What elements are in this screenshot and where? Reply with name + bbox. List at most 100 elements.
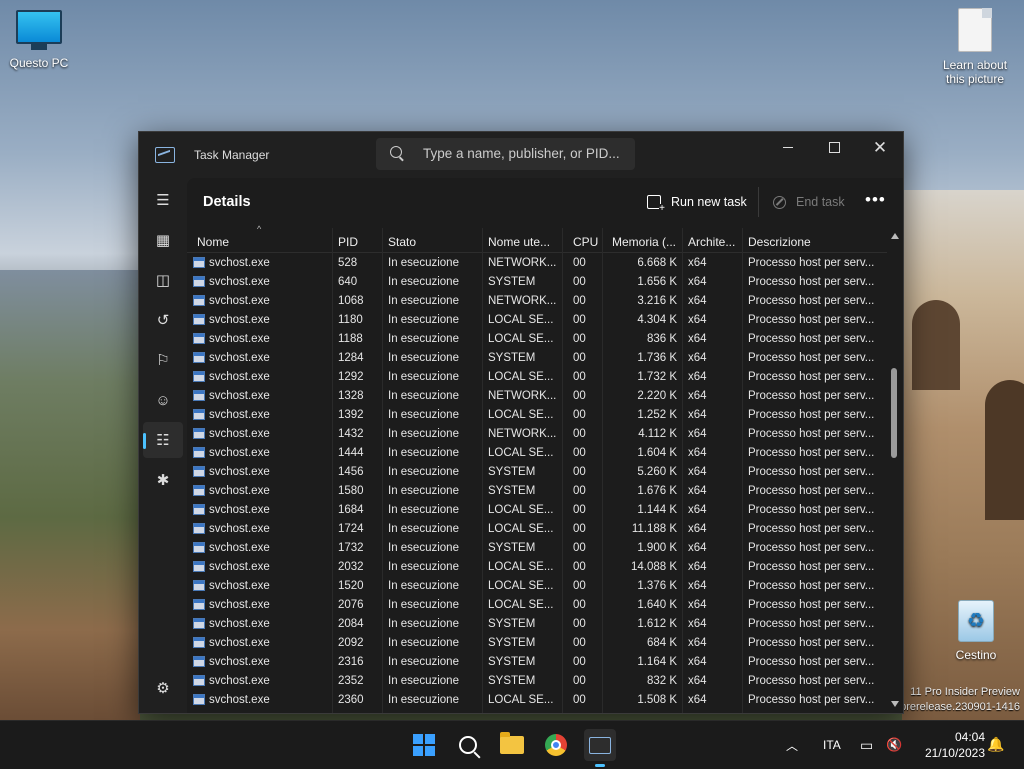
column-header-username[interactable]: Nome ute... [488, 235, 550, 249]
system-clock[interactable]: 04:04 21/10/2023 [915, 729, 985, 761]
cell-pid: 640 [338, 276, 358, 288]
table-row[interactable]: svchost.exe 1732 In esecuzione SYSTEM 00 1.90… [187, 539, 887, 558]
nav-users[interactable]: ☺ [143, 382, 183, 418]
minimize-button[interactable] [765, 132, 811, 162]
hamburger-menu-button[interactable]: ☰ [143, 182, 183, 218]
cell-memory: 1.376 K [637, 580, 677, 592]
table-row[interactable]: svchost.exe 1284 In esecuzione SYSTEM 00 1.73… [187, 349, 887, 368]
folder-icon [500, 732, 524, 754]
cell-username: LOCAL SE... [488, 599, 554, 611]
table-row[interactable]: svchost.exe 1392 In esecuzione LOCAL SE... 0… [187, 406, 887, 425]
scrollbar-thumb[interactable] [891, 368, 897, 458]
nav-settings[interactable]: ⚙ [143, 670, 183, 706]
cell-architecture: x64 [688, 333, 707, 345]
desktop-icon-this-pc[interactable]: Questo PC [6, 10, 72, 70]
search-input[interactable]: Type a name, publisher, or PID... [423, 146, 620, 161]
table-row[interactable]: svchost.exe 1068 In esecuzione NETWORK... 00… [187, 292, 887, 311]
column-header-pid[interactable]: PID [338, 235, 358, 249]
chrome-button[interactable] [540, 729, 572, 761]
nav-app-history[interactable]: ↺ [143, 302, 183, 338]
table-row[interactable]: svchost.exe 1684 In esecuzione LOCAL SE... 0… [187, 501, 887, 520]
column-header-architecture[interactable]: Archite... [688, 235, 735, 249]
cell-memory: 1.144 K [637, 504, 677, 516]
desktop-icon-learn-picture[interactable]: Learn about this picture [938, 8, 1012, 86]
cell-architecture: x64 [688, 656, 707, 668]
nav-performance[interactable]: ◫ [143, 262, 183, 298]
table-row[interactable]: svchost.exe 2092 In esecuzione SYSTEM 00 684 … [187, 634, 887, 653]
input-language-indicator[interactable]: ITA [823, 721, 841, 769]
scroll-up-icon[interactable] [891, 233, 899, 239]
table-row[interactable]: svchost.exe 1456 In esecuzione SYSTEM 00 5.26… [187, 463, 887, 482]
column-header-name[interactable]: Nome [197, 235, 229, 249]
cell-username: SYSTEM [488, 276, 536, 288]
table-row[interactable]: svchost.exe 2084 In esecuzione SYSTEM 00 1.61… [187, 615, 887, 634]
nav-startup-apps[interactable]: ⚐ [143, 342, 183, 378]
process-icon [193, 561, 205, 572]
table-row[interactable]: svchost.exe 2076 In esecuzione LOCAL SE... 0… [187, 596, 887, 615]
table-row[interactable]: svchost.exe 1724 In esecuzione LOCAL SE... 0… [187, 520, 887, 539]
table-row[interactable]: svchost.exe 2352 In esecuzione SYSTEM 00 832 … [187, 672, 887, 691]
cell-architecture: x64 [688, 352, 707, 364]
column-header-memory[interactable]: Memoria (... [612, 235, 676, 249]
cell-description: Processo host per serv... [748, 466, 875, 478]
table-row[interactable]: svchost.exe 1328 In esecuzione NETWORK... 00… [187, 387, 887, 406]
table-row[interactable]: svchost.exe 1444 In esecuzione LOCAL SE... 0… [187, 444, 887, 463]
title-bar[interactable]: Task Manager Type a name, publisher, or … [139, 132, 903, 178]
cell-description: Processo host per serv... [748, 314, 875, 326]
close-button[interactable]: ✕ [857, 132, 903, 162]
cell-cpu: 00 [573, 523, 586, 535]
notification-bell-icon[interactable]: 🔔 [987, 736, 1004, 752]
cell-pid: 1732 [338, 542, 364, 554]
cell-pid: 1180 [338, 314, 363, 326]
volume-muted-icon[interactable]: 🔇 [886, 721, 902, 769]
table-row[interactable]: svchost.exe 1520 In esecuzione LOCAL SE... 0… [187, 577, 887, 596]
cell-name: svchost.exe [209, 599, 270, 611]
table-row[interactable]: svchost.exe 2316 In esecuzione SYSTEM 00 1.16… [187, 653, 887, 672]
cell-name: svchost.exe [209, 276, 270, 288]
more-options-button[interactable]: ••• [865, 190, 886, 210]
process-icon [193, 599, 205, 610]
network-status-icon[interactable]: ▭ [860, 721, 873, 769]
table-row[interactable]: svchost.exe 1432 In esecuzione NETWORK... 00… [187, 425, 887, 444]
cell-memory: 6.668 K [637, 257, 677, 269]
cell-username: SYSTEM [488, 352, 536, 364]
column-header-status[interactable]: Stato [388, 235, 416, 249]
cell-status: In esecuzione [388, 428, 459, 440]
maximize-button[interactable] [811, 132, 857, 162]
table-row[interactable]: svchost.exe 1180 In esecuzione LOCAL SE... 0… [187, 311, 887, 330]
table-row[interactable]: svchost.exe 528 In esecuzione NETWORK... 00 6… [187, 254, 887, 273]
desktop-icon-recycle-bin[interactable]: ♻ Cestino [946, 600, 1006, 662]
end-task-button[interactable]: End task [773, 190, 845, 214]
search-box[interactable]: Type a name, publisher, or PID... [376, 138, 635, 170]
table-row[interactable]: svchost.exe 1292 In esecuzione LOCAL SE... 0… [187, 368, 887, 387]
nav-processes[interactable]: ▦ [143, 222, 183, 258]
process-icon [193, 428, 205, 439]
start-button[interactable] [408, 729, 440, 761]
vertical-scrollbar[interactable] [889, 228, 901, 713]
nav-services[interactable]: ✱ [143, 462, 183, 498]
cell-description: Processo host per serv... [748, 599, 875, 611]
table-row[interactable]: svchost.exe 1580 In esecuzione SYSTEM 00 1.67… [187, 482, 887, 501]
task-manager-taskbar-button[interactable] [584, 729, 616, 767]
taskbar-search-button[interactable] [452, 729, 484, 761]
cell-memory: 832 K [646, 675, 677, 687]
table-row[interactable]: svchost.exe 2360 In esecuzione LOCAL SE... 0… [187, 691, 887, 710]
nav-details[interactable]: ☷ [143, 422, 183, 458]
details-table: ^ Nome PID Stato Nome ute... CPU Memoria… [187, 224, 887, 713]
table-row[interactable]: svchost.exe 2032 In esecuzione LOCAL SE... 0… [187, 558, 887, 577]
cell-username: SYSTEM [488, 485, 536, 497]
table-row[interactable]: svchost.exe 640 In esecuzione SYSTEM 00 1.656… [187, 273, 887, 292]
column-header-cpu[interactable]: CPU [573, 235, 598, 249]
file-explorer-button[interactable] [496, 729, 528, 761]
cell-name: svchost.exe [209, 561, 270, 573]
run-new-task-button[interactable]: Run new task [647, 190, 747, 214]
scroll-down-icon[interactable] [891, 701, 899, 707]
tray-overflow-button[interactable]: ︿ [786, 721, 798, 769]
cell-status: In esecuzione [388, 542, 459, 554]
table-row[interactable]: svchost.exe 1188 In esecuzione LOCAL SE... 0… [187, 330, 887, 349]
cell-description: Processo host per serv... [748, 409, 875, 421]
cell-name: svchost.exe [209, 618, 270, 630]
desktop-wallpaper-left [0, 270, 140, 720]
column-header-description[interactable]: Descrizione [748, 235, 811, 249]
cell-status: In esecuzione [388, 656, 459, 668]
